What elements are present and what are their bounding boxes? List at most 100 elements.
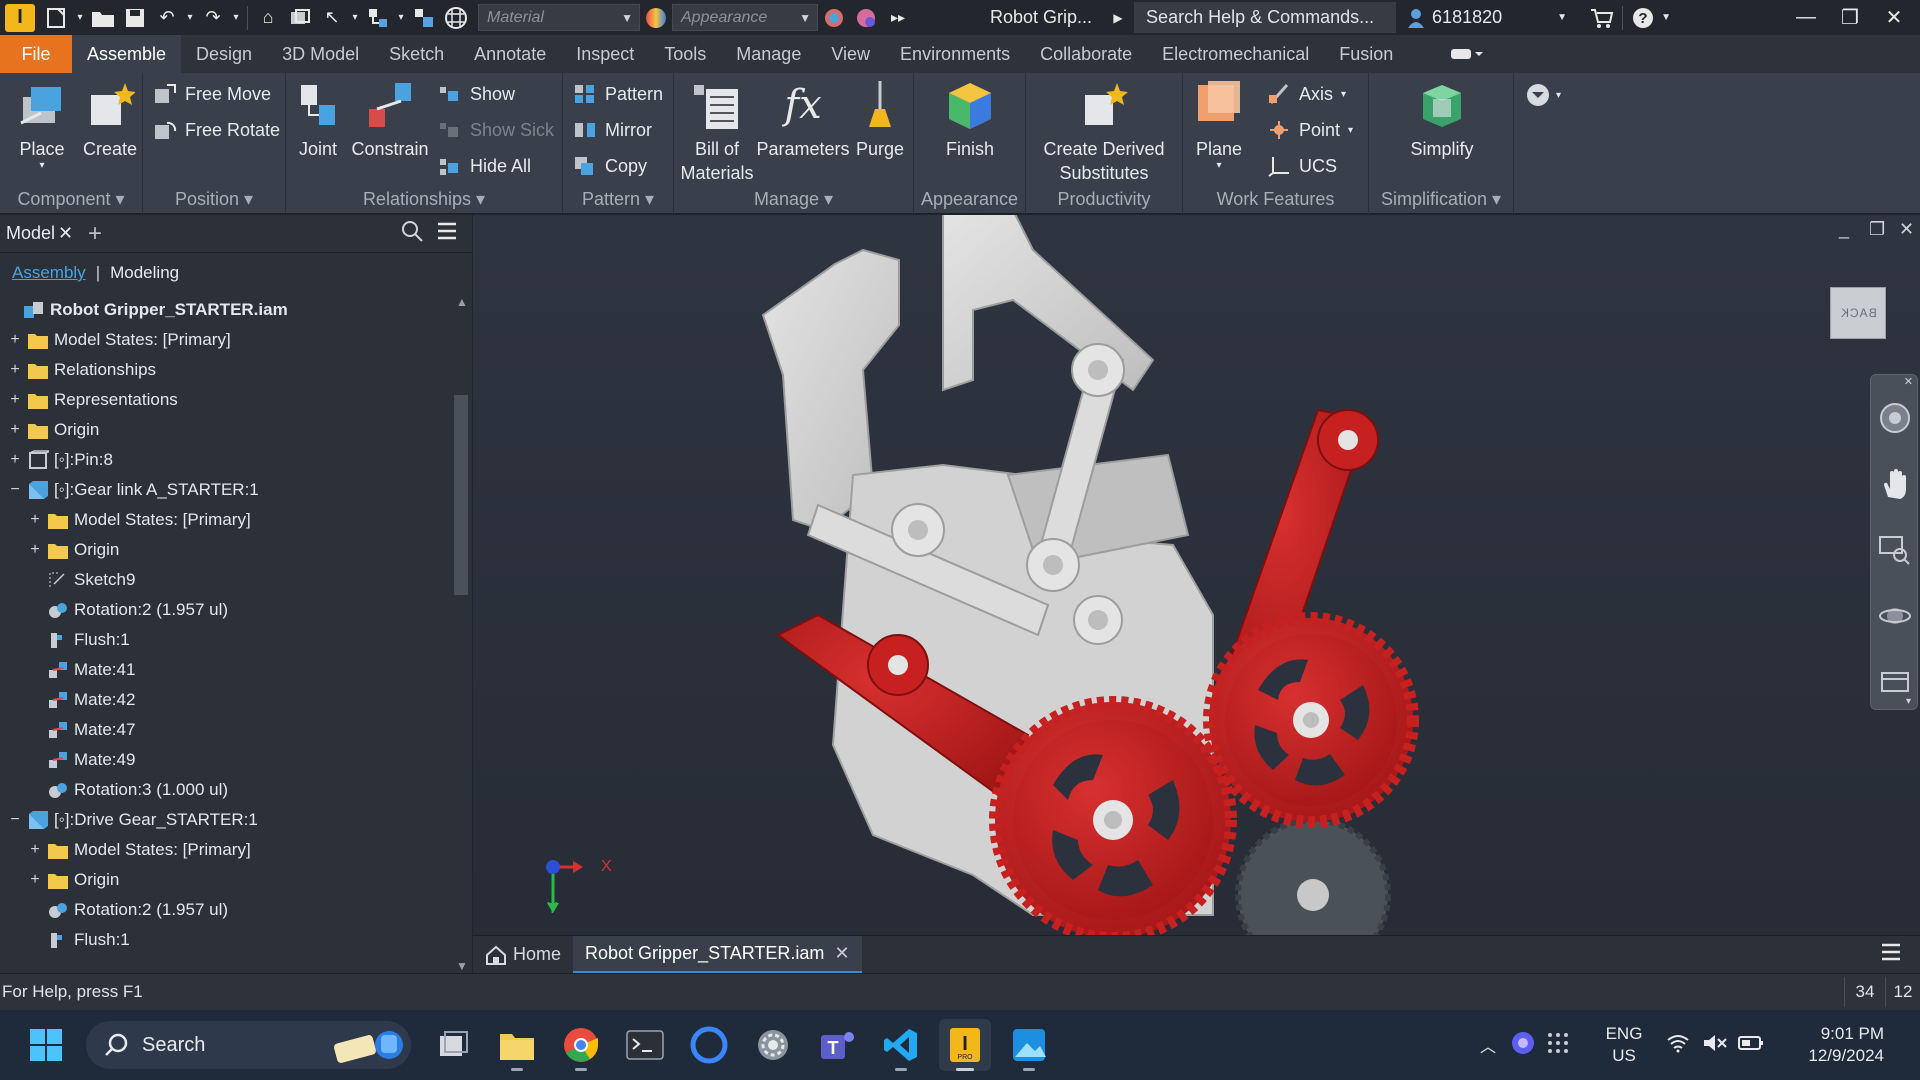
chevron-down-icon[interactable]: ▼ — [1552, 0, 1572, 35]
hide-all-button[interactable]: Hide All — [438, 151, 531, 181]
teams-icon[interactable]: T — [811, 1019, 863, 1071]
add-tab-icon[interactable]: + — [88, 220, 118, 248]
inventor-taskbar-icon[interactable]: I PRO — [939, 1019, 991, 1071]
tab-annotate[interactable]: Annotate — [459, 35, 561, 73]
clock[interactable]: 9:01 PM 12/9/2024 — [1774, 1023, 1884, 1067]
user-id[interactable]: 6181820 — [1432, 7, 1552, 28]
constrain-button[interactable]: Constrain — [350, 79, 430, 161]
tree-node[interactable]: + Model States: [Primary] — [0, 325, 452, 355]
app-grid-tray-icon[interactable] — [1546, 1031, 1586, 1060]
photos-icon[interactable] — [1003, 1019, 1055, 1071]
home-tab[interactable]: Home — [473, 936, 573, 974]
chevron-down-icon[interactable]: ▼ — [1659, 0, 1673, 35]
zoom-window-icon[interactable] — [1871, 517, 1919, 583]
mirror-button[interactable]: Mirror — [573, 115, 652, 145]
tab-sketch[interactable]: Sketch — [374, 35, 459, 73]
scroll-down-icon[interactable]: ▼ — [456, 959, 468, 973]
volume-muted-icon[interactable] — [1702, 1033, 1738, 1058]
tree-node[interactable]: Mate:42 — [0, 685, 452, 715]
return-icon[interactable] — [284, 0, 316, 35]
copilot-tray-icon[interactable] — [1510, 1030, 1546, 1061]
expand-icon[interactable]: + — [8, 331, 22, 349]
copy-button[interactable]: Copy — [573, 151, 647, 181]
user-icon[interactable] — [1400, 0, 1432, 35]
graphics-viewport[interactable]: _ ❐ ✕ BACK X Y — [473, 215, 1920, 935]
tab-tools[interactable]: Tools — [649, 35, 721, 73]
simplify-button[interactable]: Simplify — [1407, 79, 1477, 161]
search-icon[interactable] — [400, 219, 436, 248]
tab-manage[interactable]: Manage — [721, 35, 816, 73]
dropdown-arrow-icon[interactable]: ▾ — [229, 0, 243, 35]
settings-gear-icon[interactable] — [747, 1019, 799, 1071]
pattern-button[interactable]: Pattern — [573, 79, 663, 109]
expand-icon[interactable]: + — [28, 541, 42, 559]
scroll-up-icon[interactable]: ▲ — [456, 295, 468, 309]
pan-hand-icon[interactable] — [1871, 451, 1919, 517]
dropdown-arrow-icon[interactable]: ▾ — [183, 0, 197, 35]
expand-icon[interactable]: + — [28, 871, 42, 889]
appearance-combo[interactable]: Appearance ▼ — [672, 4, 818, 31]
expand-more-icon[interactable]: ▸▸ — [882, 0, 914, 35]
expand-icon[interactable]: + — [28, 841, 42, 859]
nav-bar-close-icon[interactable]: ✕ — [1904, 375, 1913, 388]
bill-of-materials-button[interactable]: Bill of Materials — [680, 79, 754, 185]
material-sphere-icon[interactable] — [440, 0, 472, 35]
tab-electromechanical[interactable]: Electromechanical — [1147, 35, 1324, 73]
measure-icon[interactable] — [362, 0, 394, 35]
document-menu-icon[interactable] — [1880, 942, 1920, 967]
search-commands-input[interactable]: Search Help & Commands... — [1134, 2, 1397, 33]
home-view-icon[interactable]: ⌂ — [252, 0, 284, 35]
collapse-icon[interactable]: − — [8, 811, 22, 829]
tab-3d-model[interactable]: 3D Model — [267, 35, 374, 73]
manage-panel-label[interactable]: Manage ▾ — [674, 189, 913, 210]
design-doctor-icon[interactable] — [408, 0, 440, 35]
tree-node[interactable]: Mate:47 — [0, 715, 452, 745]
tree-node[interactable]: + Model States: [Primary] — [0, 835, 452, 865]
tree-node[interactable]: Mate:41 — [0, 655, 452, 685]
close-icon[interactable]: ✕ — [1872, 5, 1916, 30]
inventor-logo-icon[interactable]: I — [5, 3, 35, 32]
appearance-sphere-icon[interactable] — [640, 0, 672, 35]
hamburger-menu-icon[interactable] — [436, 221, 472, 246]
tab-fusion[interactable]: Fusion — [1324, 35, 1408, 73]
orbit-icon[interactable] — [1871, 583, 1919, 649]
plane-button[interactable]: Plane ▾ — [1189, 79, 1249, 171]
wifi-icon[interactable] — [1666, 1033, 1702, 1058]
ribbon-display-toggle[interactable] — [1434, 35, 1498, 73]
create-button[interactable]: Create — [80, 79, 140, 161]
file-explorer-icon[interactable] — [491, 1019, 543, 1071]
vscode-icon[interactable] — [875, 1019, 927, 1071]
show-hidden-icons-chevron-icon[interactable]: ︿ — [1480, 1033, 1510, 1057]
dropdown-arrow-icon[interactable]: ▾ — [394, 0, 408, 35]
tree-node[interactable]: Sketch9 — [0, 565, 452, 595]
adjust-appearance-icon[interactable] — [850, 0, 882, 35]
tree-node[interactable]: + Origin — [0, 535, 452, 565]
expand-icon[interactable]: + — [8, 391, 22, 409]
tree-node[interactable]: Rotation:3 (1.000 ul) — [0, 775, 452, 805]
ribbon-customize-button[interactable]: ▾ — [1526, 83, 1561, 107]
modeling-mode-link[interactable]: Modeling — [110, 263, 179, 283]
cortana-circle-icon[interactable] — [683, 1019, 735, 1071]
restore-icon[interactable]: ❐ — [1828, 5, 1872, 30]
help-icon[interactable]: ? — [1627, 0, 1659, 35]
clear-appearance-icon[interactable] — [818, 0, 850, 35]
chrome-icon[interactable] — [555, 1019, 607, 1071]
parameters-button[interactable]: fx Parameters — [756, 79, 849, 161]
view-face-icon[interactable] — [1871, 649, 1919, 715]
free-move-button[interactable]: Free Move — [153, 79, 271, 109]
tree-node[interactable]: Rotation:2 (1.957 ul) — [0, 595, 452, 625]
battery-icon[interactable] — [1738, 1035, 1774, 1056]
tab-design[interactable]: Design — [181, 35, 267, 73]
tab-file[interactable]: File — [0, 35, 72, 73]
pattern-panel-label[interactable]: Pattern ▾ — [563, 189, 673, 210]
tree-node[interactable]: + Origin — [0, 415, 452, 445]
expand-icon[interactable]: + — [8, 451, 22, 469]
dropdown-arrow-icon[interactable]: ▾ — [73, 0, 87, 35]
tree-node[interactable]: + Model States: [Primary] — [0, 505, 452, 535]
expand-icon[interactable]: + — [8, 421, 22, 439]
expand-icon[interactable]: + — [8, 361, 22, 379]
terminal-icon[interactable] — [619, 1019, 671, 1071]
simplification-panel-label[interactable]: Simplification ▾ — [1369, 189, 1513, 210]
tree-node[interactable]: Robot Gripper_STARTER.iam — [0, 295, 452, 325]
tab-assemble[interactable]: Assemble — [72, 35, 182, 73]
